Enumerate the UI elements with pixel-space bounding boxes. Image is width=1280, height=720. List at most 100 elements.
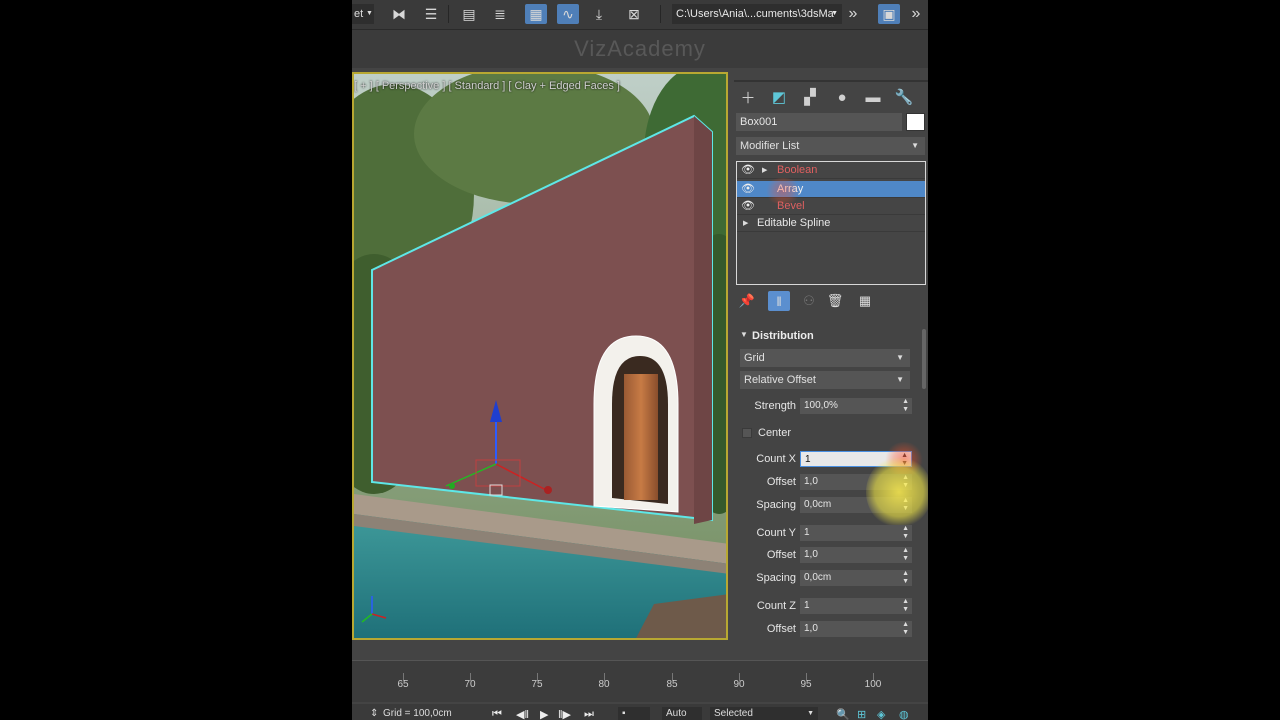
center-label: Center xyxy=(758,427,792,439)
stack-item-bevel[interactable]: 👁 Bevel xyxy=(737,198,925,215)
tick-label: 80 xyxy=(598,679,610,690)
create-tab-plus-icon[interactable]: ＋ xyxy=(736,86,760,108)
command-panel-tabs: ＋ ◩ ▞ ● ▬ 🔧 xyxy=(734,80,928,108)
offset-z-spinner[interactable]: 1,0 ▲ ▼ xyxy=(800,621,912,637)
modifier-list-dropdown[interactable]: Modifier List ▼ xyxy=(736,137,925,155)
spinner-arrows-icon: ⇕ xyxy=(370,708,379,719)
auto-key-label: Auto xyxy=(666,708,687,719)
count-y-label: Count Y xyxy=(756,527,796,539)
zoom-extents-icon[interactable]: ◈ xyxy=(877,708,885,720)
strength-label: Strength xyxy=(754,400,796,412)
center-checkbox[interactable] xyxy=(742,428,752,438)
command-panel: ＋ ◩ ▞ ● ▬ 🔧 Box001 Modifier List ▼ 👁 ▶ B… xyxy=(734,72,928,640)
workspace-icon[interactable]: ▣ xyxy=(878,4,900,24)
auto-key-button[interactable]: Auto xyxy=(662,707,702,720)
tick-label: 100 xyxy=(864,679,882,690)
mirror-icon[interactable]: ⧓ xyxy=(388,4,410,24)
layer-explorer-icon[interactable]: ▤ xyxy=(458,4,480,24)
modifier-list-label: Modifier List xyxy=(740,140,800,152)
offset-z-value: 1,0 xyxy=(804,623,818,634)
orbit-icon[interactable]: ◍ xyxy=(899,708,909,720)
play-icon[interactable]: ▶ xyxy=(540,708,548,720)
project-folder-dropdown[interactable]: C:\Users\Ania\...cuments\3dsMa ▼ xyxy=(672,4,842,24)
count-z-spinner[interactable]: 1 ▲ ▼ xyxy=(800,598,912,614)
object-color-swatch[interactable] xyxy=(906,113,925,131)
motion-tab-icon[interactable]: ● xyxy=(830,86,854,108)
show-end-result-icon[interactable]: ‖ xyxy=(768,291,790,311)
chevron-down-icon: ▼ xyxy=(896,353,904,362)
chevron-down-icon: ▼ xyxy=(807,710,814,717)
stack-item-label: Editable Spline xyxy=(757,217,831,229)
go-to-end-icon[interactable]: ⏭ xyxy=(584,708,594,720)
curve-editor-icon[interactable]: ∿ xyxy=(557,4,579,24)
offset-y-spinner[interactable]: 1,0 ▲ ▼ xyxy=(800,547,912,563)
key-filter-dropdown[interactable]: Selected ▼ xyxy=(710,707,818,720)
eye-icon[interactable]: 👁 xyxy=(741,162,755,179)
selection-filter-dropdown[interactable]: et ▼ xyxy=(352,4,374,24)
chevron-right-icon[interactable]: ▶ xyxy=(743,215,748,232)
main-toolbar: et ▼ ⧓ ☰ ▤ ≣ ▦ ∿ ⤓ ⊠ C:\Users\Ania\...cum… xyxy=(352,0,928,30)
tick-label: 90 xyxy=(733,679,745,690)
count-z-value: 1 xyxy=(804,600,810,611)
curtain xyxy=(624,374,658,500)
eye-icon[interactable]: 👁 xyxy=(741,181,755,198)
eye-icon[interactable]: 👁 xyxy=(741,198,755,215)
3dsmax-window: et ▼ ⧓ ☰ ▤ ≣ ▦ ∿ ⤓ ⊠ C:\Users\Ania\...cum… xyxy=(352,0,928,720)
chevron-right-double-icon[interactable]: » xyxy=(842,4,864,24)
offset-y-value: 1,0 xyxy=(804,549,818,560)
ribbon-toggle-icon[interactable]: ▦ xyxy=(525,4,547,24)
make-unique-icon[interactable]: ⚇ xyxy=(798,291,820,311)
spinner-arrows-icon[interactable]: ▲▼ xyxy=(902,398,909,414)
panel-scrollbar[interactable] xyxy=(922,329,926,389)
count-y-spinner[interactable]: 1 ▲ ▼ xyxy=(800,525,912,541)
schematic-view-icon[interactable]: ⤓ xyxy=(588,4,610,24)
distribution-rollout-header[interactable]: ▼ Distribution xyxy=(734,329,920,345)
stack-item-label: Boolean xyxy=(777,164,818,176)
layers-icon[interactable]: ≣ xyxy=(489,4,511,24)
spinner-arrows-icon[interactable]: ▲▼ xyxy=(902,570,909,586)
spinner-arrows-icon[interactable]: ▲▼ xyxy=(902,598,909,614)
time-ruler[interactable]: 65 70 75 80 85 90 95 100 xyxy=(352,660,928,702)
material-editor-icon[interactable]: ⊠ xyxy=(623,4,645,24)
spinner-arrows-icon[interactable]: ▲▼ xyxy=(902,547,909,563)
spacing-y-spinner[interactable]: 0,0cm ▲ ▼ xyxy=(800,570,912,586)
tick-label: 75 xyxy=(531,679,543,690)
utilities-tab-wrench-icon[interactable]: 🔧 xyxy=(892,86,916,108)
stack-toolbar: 📌 ‖ ⚇ 🗑 ▦ xyxy=(734,289,928,313)
viewport-label[interactable]: [ + ] [ Perspective ] [ Standard ] [ Cla… xyxy=(354,80,620,92)
pin-stack-icon[interactable]: 📌 xyxy=(736,291,758,311)
object-name-field[interactable]: Box001 xyxy=(736,113,902,131)
count-y-value: 1 xyxy=(804,527,810,538)
perspective-viewport[interactable]: [ + ] [ Perspective ] [ Standard ] [ Cla… xyxy=(352,72,728,640)
spinner-arrows-icon[interactable]: ▲▼ xyxy=(902,621,909,637)
previous-frame-icon[interactable]: ◀‖ xyxy=(516,708,529,720)
display-tab-monitor-icon[interactable]: ▬ xyxy=(861,86,885,108)
stack-item-boolean[interactable]: 👁 ▶ Boolean xyxy=(737,162,925,179)
chevron-down-icon: ▼ xyxy=(366,10,373,17)
distribution-type-dropdown[interactable]: Grid ▼ xyxy=(740,349,910,367)
offset-mode-dropdown[interactable]: Relative Offset ▼ xyxy=(740,371,910,389)
zoom-all-icon[interactable]: ⊞ xyxy=(857,708,866,720)
strength-spinner[interactable]: 100,0% ▲ ▼ xyxy=(800,398,912,414)
zoom-icon[interactable]: 🔍 xyxy=(836,708,850,720)
chevron-right-icon[interactable]: ▶ xyxy=(762,162,767,179)
configure-modifier-sets-icon[interactable]: ▦ xyxy=(854,291,876,311)
chevron-down-icon: ▼ xyxy=(831,10,838,17)
tick-label: 85 xyxy=(666,679,678,690)
current-frame-field[interactable]: ▪ xyxy=(618,707,650,720)
distribution-type-value: Grid xyxy=(744,352,765,364)
chevron-right-double-icon[interactable]: » xyxy=(905,4,927,24)
hierarchy-tab-icon[interactable]: ▞ xyxy=(798,86,822,108)
collapse-triangle-icon: ▼ xyxy=(740,330,748,339)
status-bar: ⇕ Grid = 100,0cm ⏮ ◀‖ ▶ ‖▶ ⏭ ▪ Auto Sele… xyxy=(352,704,928,720)
next-frame-icon[interactable]: ‖▶ xyxy=(558,708,571,720)
modify-tab-icon[interactable]: ◩ xyxy=(767,86,791,108)
spinner-arrows-icon[interactable]: ▲▼ xyxy=(902,525,909,541)
offset-y-label: Offset xyxy=(766,549,796,561)
offset-x-value: 1,0 xyxy=(804,476,818,487)
stack-item-editable-spline[interactable]: ▶ Editable Spline xyxy=(737,215,925,232)
go-to-start-icon[interactable]: ⏮ xyxy=(492,708,502,720)
remove-modifier-trash-icon[interactable]: 🗑 xyxy=(824,291,846,311)
gizmo-x-handle xyxy=(544,486,552,494)
align-icon[interactable]: ☰ xyxy=(420,4,442,24)
